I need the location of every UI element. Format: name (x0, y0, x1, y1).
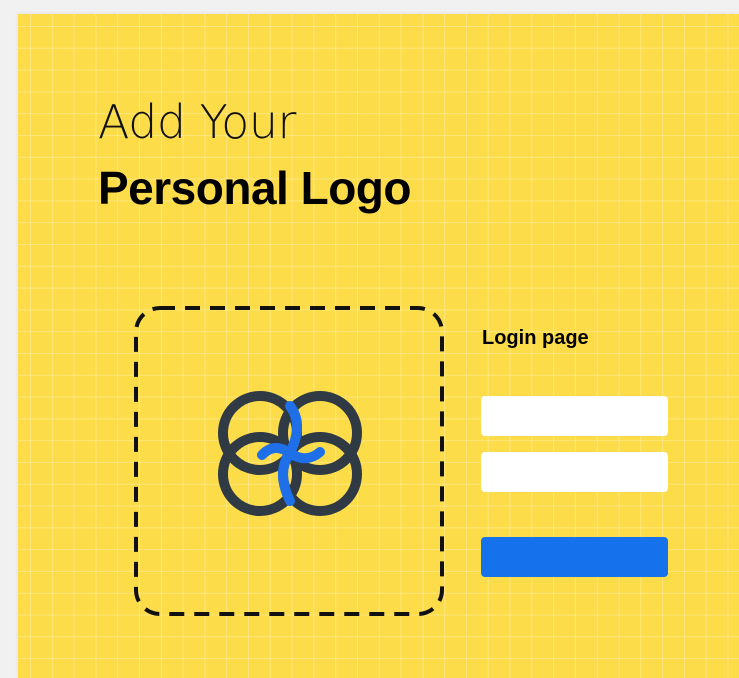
logo-promo-card: Add Your Personal Logo Login page (18, 14, 739, 678)
username-field[interactable] (481, 396, 668, 436)
login-button[interactable] (481, 537, 668, 577)
headline-line-2: Personal Logo (98, 162, 411, 214)
logo-upload-frame (134, 306, 444, 616)
logo-upload-area[interactable] (134, 306, 444, 616)
headline-line-1: Add Your (98, 95, 296, 149)
four-circle-logo-icon (218, 391, 362, 516)
login-page-label: Login page (482, 327, 589, 349)
password-field[interactable] (481, 452, 668, 492)
